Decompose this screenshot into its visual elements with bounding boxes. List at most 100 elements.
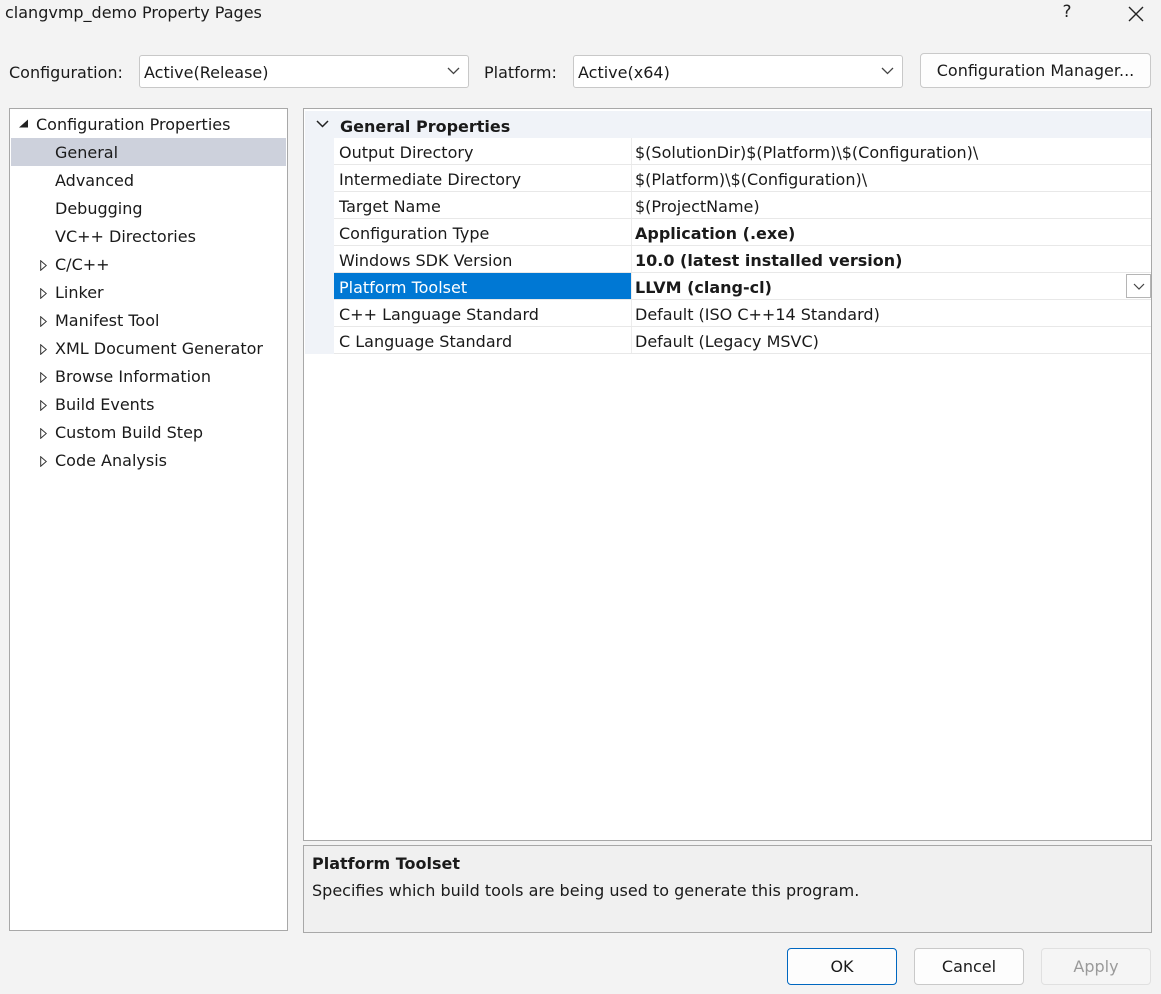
- column-divider: [631, 138, 632, 164]
- tree-item-label: XML Document Generator: [55, 339, 263, 358]
- expanded-triangle-icon: [19, 119, 28, 128]
- property-row-configuration-type[interactable]: Configuration Type Application (.exe): [334, 219, 1151, 246]
- help-button[interactable]: ?: [1056, 2, 1078, 26]
- platform-label: Platform:: [484, 63, 557, 82]
- section-header-general-properties[interactable]: General Properties: [305, 111, 1151, 138]
- property-row-intermediate-directory[interactable]: Intermediate Directory $(Platform)\$(Con…: [334, 165, 1151, 192]
- column-divider: [631, 165, 632, 191]
- tree-item-label: VC++ Directories: [55, 227, 196, 246]
- collapsed-triangle-icon[interactable]: [40, 316, 47, 327]
- property-row-platform-toolset[interactable]: Platform Toolset LLVM (clang-cl): [334, 273, 1151, 300]
- tree-item-custom-build-step[interactable]: Custom Build Step: [11, 418, 286, 446]
- property-name: Windows SDK Version: [339, 251, 513, 270]
- chevron-down-icon: [447, 67, 460, 75]
- tree-item-manifest-tool[interactable]: Manifest Tool: [11, 306, 286, 334]
- column-divider: [631, 327, 632, 353]
- configuration-manager-button[interactable]: Configuration Manager...: [920, 53, 1151, 88]
- property-name-cell[interactable]: Platform Toolset: [334, 273, 631, 299]
- tree-item-label: C/C++: [55, 255, 110, 274]
- tree-item-linker[interactable]: Linker: [11, 278, 286, 306]
- collapsed-triangle-icon[interactable]: [40, 372, 47, 383]
- collapsed-triangle-icon[interactable]: [40, 428, 47, 439]
- collapsed-triangle-icon[interactable]: [40, 400, 47, 411]
- collapsed-triangle-icon[interactable]: [40, 260, 47, 271]
- property-name-cell[interactable]: Configuration Type: [334, 219, 631, 245]
- property-value[interactable]: Default (ISO C++14 Standard): [635, 305, 880, 324]
- ok-button[interactable]: OK: [787, 948, 897, 985]
- property-name: Output Directory: [339, 143, 474, 162]
- property-tree: Configuration Properties General Advance…: [9, 108, 288, 931]
- tree-item-xml-document-generator[interactable]: XML Document Generator: [11, 334, 286, 362]
- property-value[interactable]: $(Platform)\$(Configuration)\: [635, 170, 867, 189]
- tree-item-label: Linker: [55, 283, 104, 302]
- cancel-button[interactable]: Cancel: [914, 948, 1024, 985]
- configuration-label: Configuration:: [9, 63, 123, 82]
- property-name-cell[interactable]: Windows SDK Version: [334, 246, 631, 272]
- grid-gutter: [305, 138, 334, 354]
- configuration-value: Active(Release): [144, 63, 269, 82]
- property-row-cpp-language-standard[interactable]: C++ Language Standard Default (ISO C++14…: [334, 300, 1151, 327]
- section-title: General Properties: [340, 117, 511, 136]
- property-grid: General Properties Output Directory $(So…: [303, 108, 1152, 841]
- tree-item-c-cpp[interactable]: C/C++: [11, 250, 286, 278]
- property-name-cell[interactable]: Output Directory: [334, 138, 631, 164]
- property-name: Platform Toolset: [339, 278, 468, 297]
- platform-value: Active(x64): [578, 63, 670, 82]
- property-name-cell[interactable]: C Language Standard: [334, 327, 631, 353]
- property-value[interactable]: LLVM (clang-cl): [635, 278, 772, 297]
- window-title: clangvmp_demo Property Pages: [5, 3, 262, 22]
- chevron-down-icon: [1133, 283, 1145, 290]
- property-name: Intermediate Directory: [339, 170, 522, 189]
- property-name: Target Name: [339, 197, 441, 216]
- tree-item-general[interactable]: General: [11, 138, 286, 166]
- collapsed-triangle-icon[interactable]: [40, 456, 47, 467]
- chevron-down-icon: [881, 67, 894, 75]
- property-value[interactable]: Default (Legacy MSVC): [635, 332, 819, 351]
- configuration-dropdown[interactable]: Active(Release): [139, 55, 469, 88]
- property-name-cell[interactable]: Intermediate Directory: [334, 165, 631, 191]
- description-title: Platform Toolset: [312, 854, 461, 873]
- tree-item-label: Advanced: [55, 171, 135, 190]
- property-row-output-directory[interactable]: Output Directory $(SolutionDir)$(Platfor…: [334, 138, 1151, 165]
- tree-item-debugging[interactable]: Debugging: [11, 194, 286, 222]
- column-divider: [631, 192, 632, 218]
- tree-item-build-events[interactable]: Build Events: [11, 390, 286, 418]
- tree-item-browse-information[interactable]: Browse Information: [11, 362, 286, 390]
- chevron-down-icon[interactable]: [316, 120, 329, 128]
- tree-item-label: Code Analysis: [55, 451, 167, 470]
- apply-button[interactable]: Apply: [1041, 948, 1151, 985]
- property-name-cell[interactable]: Target Name: [334, 192, 631, 218]
- property-name: Configuration Type: [339, 224, 490, 243]
- property-value[interactable]: $(SolutionDir)$(Platform)\$(Configuratio…: [635, 143, 978, 162]
- description-pane: Platform Toolset Specifies which build t…: [303, 845, 1152, 933]
- close-button[interactable]: [1122, 0, 1150, 28]
- property-name: C++ Language Standard: [339, 305, 539, 324]
- platform-dropdown[interactable]: Active(x64): [573, 55, 903, 88]
- column-divider: [631, 246, 632, 272]
- column-divider: [631, 300, 632, 326]
- tree-item-vc-directories[interactable]: VC++ Directories: [11, 222, 286, 250]
- tree-item-label: Debugging: [55, 199, 143, 218]
- property-value[interactable]: Application (.exe): [635, 224, 795, 243]
- tree-item-code-analysis[interactable]: Code Analysis: [11, 446, 286, 474]
- tree-item-label: Build Events: [55, 395, 155, 414]
- platform-toolset-dropdown-button[interactable]: [1126, 274, 1151, 298]
- tree-item-label: Configuration Properties: [36, 115, 231, 134]
- tree-item-label: Manifest Tool: [55, 311, 160, 330]
- tree-item-advanced[interactable]: Advanced: [11, 166, 286, 194]
- tree-item-configuration-properties[interactable]: Configuration Properties: [11, 110, 286, 138]
- tree-item-label: Browse Information: [55, 367, 211, 386]
- property-row-c-language-standard[interactable]: C Language Standard Default (Legacy MSVC…: [334, 327, 1151, 354]
- property-value[interactable]: $(ProjectName): [635, 197, 760, 216]
- tree-item-label: General: [55, 143, 119, 162]
- property-value[interactable]: 10.0 (latest installed version): [635, 251, 902, 270]
- close-icon: [1128, 6, 1144, 22]
- column-divider: [631, 273, 632, 299]
- property-name-cell[interactable]: C++ Language Standard: [334, 300, 631, 326]
- collapsed-triangle-icon[interactable]: [40, 288, 47, 299]
- property-row-target-name[interactable]: Target Name $(ProjectName): [334, 192, 1151, 219]
- tree-item-label: Custom Build Step: [55, 423, 204, 442]
- collapsed-triangle-icon[interactable]: [40, 344, 47, 355]
- property-row-windows-sdk-version[interactable]: Windows SDK Version 10.0 (latest install…: [334, 246, 1151, 273]
- column-divider: [631, 219, 632, 245]
